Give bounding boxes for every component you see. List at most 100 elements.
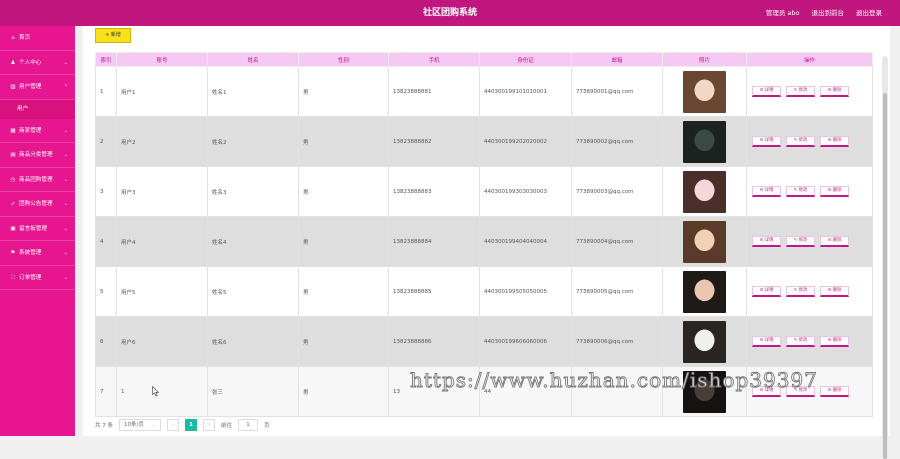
column-header-account: 账号 [116, 52, 208, 67]
row-index: 7 [95, 366, 117, 417]
shop-icon: ▦ [10, 127, 16, 134]
edit-button[interactable]: ✎ 修改 [786, 86, 815, 97]
detail-button[interactable]: ☰ 详情 [752, 136, 781, 147]
row-name: 姓名1 [207, 66, 299, 117]
sidebar-item-label: 首页 [19, 35, 31, 41]
row-email: 773890001@qq.com [571, 66, 663, 117]
sidebar-item-message-board[interactable]: ▣ 留言板管理 ⌄ [0, 217, 75, 241]
column-header-photo: 照片 [662, 52, 747, 67]
edit-button[interactable]: ✎ 修改 [786, 286, 815, 297]
detail-button[interactable]: ☰ 详情 [752, 86, 781, 97]
user-photo[interactable] [683, 370, 726, 413]
row-photo-cell [662, 166, 747, 217]
sidebar-item-groupbuy-management[interactable]: ◷ 商品团购管理 ⌄ [0, 168, 75, 192]
delete-button[interactable]: ☰ 删除 [820, 236, 849, 247]
column-header-phone: 手机 [388, 52, 480, 67]
next-page-button[interactable]: › [203, 419, 215, 431]
detail-button[interactable]: ☰ 详情 [752, 386, 781, 397]
row-name: 姓名2 [207, 116, 299, 167]
logout-link[interactable]: 退出登录 [856, 0, 882, 26]
table-row: 7 1 张三男 13 44 ☰ 详情 ✎ 修改 ☰ 删除 [95, 366, 873, 417]
sidebar-item-home[interactable]: ⌂ 首页 [0, 26, 75, 51]
detail-button[interactable]: ☰ 详情 [752, 286, 781, 297]
table-row: 4 用户4 姓名4 男 13823888884 440300199404040004 773… [95, 216, 873, 267]
row-phone: 13 [388, 366, 480, 417]
row-gender: 男 [298, 66, 389, 117]
row-email [571, 366, 663, 417]
user-photo[interactable] [683, 220, 726, 263]
delete-button[interactable]: ☰ 删除 [820, 386, 849, 397]
delete-button[interactable]: ☰ 删除 [820, 86, 849, 97]
edit-button[interactable]: ✎ 修改 [786, 336, 815, 347]
total-count: 共 7 条 [95, 423, 113, 429]
table-header-row: 索引 账号 姓名 性别 手机 身份证 邮箱 照片 操作 [95, 52, 873, 67]
row-index: 3 [95, 166, 117, 217]
row-id-card: 440300199404040004 [479, 216, 572, 267]
chevron-down-icon: ⌄ [63, 127, 68, 134]
sidebar-subitem-users[interactable]: 用户 [0, 99, 75, 119]
edit-button[interactable]: ✎ 修改 [786, 386, 815, 397]
add-button[interactable]: + 新增 [95, 28, 131, 43]
current-page-button[interactable]: 1 [185, 419, 197, 431]
scrollbar-thumb[interactable] [883, 93, 887, 459]
user-photo[interactable] [683, 70, 726, 113]
delete-button[interactable]: ☰ 删除 [820, 186, 849, 197]
sidebar-item-system-management[interactable]: ⚑ 系统管理 ⌄ [0, 241, 75, 266]
mouse-cursor-icon [152, 386, 160, 397]
edit-button[interactable]: ✎ 修改 [786, 186, 815, 197]
sidebar-item-label: 用户管理 [19, 84, 42, 90]
row-account: 用户2 [116, 116, 208, 167]
row-gender: 男 [298, 316, 389, 367]
row-gender: 男 [298, 166, 389, 217]
row-name: 张三 [207, 366, 299, 417]
detail-button[interactable]: ☰ 详情 [752, 336, 781, 347]
pagination: 共 7 条 10条/页 ⌄ ‹ 1 › 前往 1 页 [95, 418, 270, 432]
goto-page-input[interactable]: 1 [238, 419, 259, 431]
delete-button[interactable]: ☰ 删除 [820, 336, 849, 347]
detail-button[interactable]: ☰ 详情 [752, 186, 781, 197]
row-phone: 13823888885 [388, 266, 480, 317]
edit-button[interactable]: ✎ 修改 [786, 236, 815, 247]
sidebar-item-category-management[interactable]: ▤ 商品分类管理 ⌄ [0, 143, 75, 168]
user-photo[interactable] [683, 120, 726, 163]
row-phone: 13823888882 [388, 116, 480, 167]
chevron-down-icon: ⌄ [63, 225, 68, 232]
sidebar-item-personal-center[interactable]: ♟ 个人中心 ⌄ [0, 51, 75, 75]
row-photo-cell [662, 216, 747, 267]
detail-button[interactable]: ☰ 详情 [752, 236, 781, 247]
row-actions: ☰ 详情 ✎ 修改 ☰ 删除 [746, 366, 873, 417]
table-row: 1 用户1 姓名1 男 13823888881 440300199101010001 773… [95, 66, 873, 117]
user-photo[interactable] [683, 170, 726, 213]
row-photo-cell [662, 266, 747, 317]
sidebar-item-merchant-management[interactable]: ▦ 商家管理 ⌄ [0, 119, 75, 143]
delete-button[interactable]: ☰ 删除 [820, 286, 849, 297]
vertical-scrollbar[interactable] [882, 56, 888, 459]
sidebar-item-user-management[interactable]: ▥ 用户管理 ⌃ [0, 75, 75, 100]
prev-page-button[interactable]: ‹ [167, 419, 179, 431]
page-size-select[interactable]: 10条/页 ⌄ [119, 419, 161, 431]
row-actions: ☰ 详情 ✎ 修改 ☰ 删除 [746, 166, 873, 217]
main-content: + 新增 索引 账号 姓名 性别 手机 身份证 邮箱 照片 操作 1 用户1 姓名1… [83, 26, 890, 459]
row-account: 用户6 [116, 316, 208, 367]
sidebar-item-order-management[interactable]: ⛶ 订单管理 ⌄ [0, 266, 75, 290]
row-gender: 男 [298, 116, 389, 167]
edit-button[interactable]: ✎ 修改 [786, 136, 815, 147]
table-row: 6 用户6 姓名6 男 13823888886 440300199606060006 773… [95, 316, 873, 367]
user-photo[interactable] [683, 270, 726, 313]
back-to-front-link[interactable]: 退出到前台 [812, 0, 845, 26]
row-actions: ☰ 详情 ✎ 修改 ☰ 删除 [746, 116, 873, 167]
row-photo-cell [662, 116, 747, 167]
row-phone: 13823888881 [388, 66, 480, 117]
column-header-name: 姓名 [207, 52, 299, 67]
sidebar-item-notice-management[interactable]: ➶ 团购公告管理 ⌄ [0, 192, 75, 217]
user-table: 索引 账号 姓名 性别 手机 身份证 邮箱 照片 操作 1 用户1 姓名1 男 1382… [95, 52, 873, 417]
chevron-down-icon: ⌄ [63, 274, 68, 281]
delete-button[interactable]: ☰ 删除 [820, 136, 849, 147]
admin-label: 管理员 abo [765, 9, 800, 17]
user-photo[interactable] [683, 320, 726, 363]
column-header-gender: 性别 [298, 52, 389, 67]
top-right-menu: 管理员 abo 退出到前台 退出登录 [766, 0, 882, 26]
settings-icon: ⚑ [10, 250, 16, 256]
row-actions: ☰ 详情 ✎ 修改 ☰ 删除 [746, 216, 873, 267]
message-icon: ▣ [10, 225, 16, 232]
